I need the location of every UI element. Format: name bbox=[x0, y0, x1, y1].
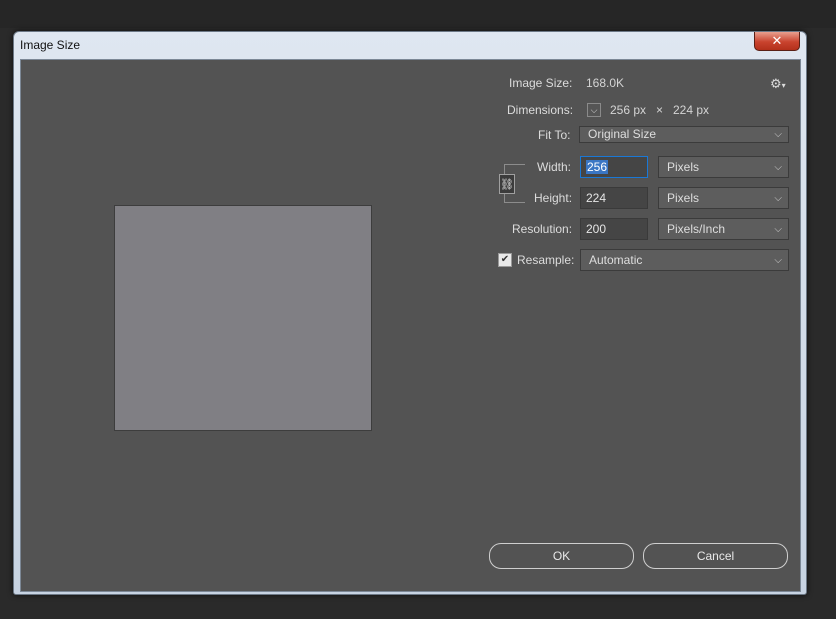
chevron-down-icon: ⌵ bbox=[774, 224, 782, 235]
chevron-down-icon: ⌵ bbox=[774, 129, 782, 140]
dimensions-width: 256 px bbox=[610, 103, 647, 117]
chevron-down-icon: ⌵ bbox=[774, 162, 782, 173]
width-unit-select[interactable]: Pixels ⌵ bbox=[658, 156, 789, 178]
chevron-down-icon: ⌵ bbox=[590, 105, 598, 115]
resolution-input[interactable]: 200 bbox=[580, 218, 648, 240]
width-input[interactable]: 256 bbox=[580, 156, 648, 178]
image-size-label: Image Size: bbox=[509, 76, 573, 90]
resample-select[interactable]: Automatic ⌵ bbox=[580, 249, 789, 271]
chain-link-icon[interactable]: ⛓ bbox=[499, 174, 515, 194]
width-label: Width: bbox=[537, 160, 572, 174]
fit-to-select[interactable]: Original Size ⌵ bbox=[579, 126, 789, 143]
chevron-down-icon: ⌵ bbox=[774, 255, 782, 266]
image-size-value: 168.0K bbox=[586, 76, 625, 90]
height-unit: Pixels bbox=[667, 191, 700, 205]
image-size-dialog: Image Size ✕ Image Size: 168.0K ⚙▾ Dimen… bbox=[13, 31, 807, 595]
width-value: 256 bbox=[586, 160, 609, 174]
close-button[interactable]: ✕ bbox=[754, 32, 800, 51]
resolution-unit: Pixels/Inch bbox=[667, 222, 726, 236]
height-unit-select[interactable]: Pixels ⌵ bbox=[658, 187, 789, 209]
resolution-value: 200 bbox=[586, 222, 607, 236]
width-unit: Pixels bbox=[667, 160, 700, 174]
close-icon: ✕ bbox=[771, 33, 783, 48]
dimensions-label: Dimensions: bbox=[507, 103, 574, 117]
height-input[interactable]: 224 bbox=[580, 187, 648, 209]
background-area bbox=[0, 0, 836, 28]
resample-value: Automatic bbox=[589, 253, 643, 267]
height-label: Height: bbox=[534, 191, 573, 205]
gear-icon[interactable]: ⚙▾ bbox=[770, 76, 788, 91]
resolution-unit-select[interactable]: Pixels/Inch ⌵ bbox=[658, 218, 789, 240]
resolution-label: Resolution: bbox=[512, 222, 573, 236]
ok-button[interactable]: OK bbox=[489, 543, 634, 569]
height-value: 224 bbox=[586, 191, 607, 205]
image-preview[interactable] bbox=[114, 205, 372, 431]
fit-to-label: Fit To: bbox=[538, 128, 571, 142]
resample-checkbox[interactable]: ✔ bbox=[498, 253, 512, 267]
dimensions-dropdown[interactable]: ⌵ bbox=[587, 103, 601, 117]
chevron-down-icon: ⌵ bbox=[774, 193, 782, 204]
dialog-body: Image Size: 168.0K ⚙▾ Dimensions: ⌵ 256 … bbox=[20, 59, 801, 592]
dimensions-times: × bbox=[656, 103, 664, 117]
dimensions-height: 224 px bbox=[673, 103, 710, 117]
cancel-button[interactable]: Cancel bbox=[643, 543, 788, 569]
title-bar[interactable]: Image Size ✕ bbox=[14, 32, 806, 59]
dialog-title: Image Size bbox=[20, 38, 81, 52]
fit-to-value: Original Size bbox=[588, 127, 657, 141]
resample-label: Resample: bbox=[517, 253, 575, 267]
checkmark-icon: ✔ bbox=[500, 254, 510, 265]
